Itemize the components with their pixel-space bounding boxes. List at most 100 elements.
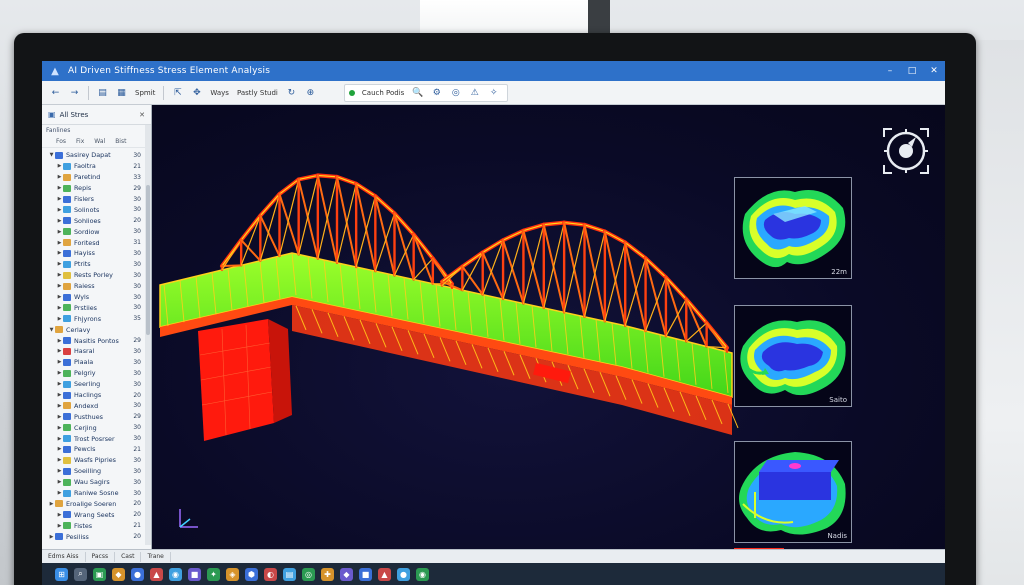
column-header[interactable]: Fos: [56, 138, 66, 145]
tree-item[interactable]: ▶ Pelgriy 30: [42, 368, 151, 379]
chevron-right-icon[interactable]: ▶: [56, 490, 63, 496]
tree-item[interactable]: ▶ Hayiss 30: [42, 248, 151, 259]
chevron-right-icon[interactable]: ▶: [56, 436, 63, 442]
chevron-right-icon[interactable]: ▶: [56, 468, 63, 474]
chevron-right-icon[interactable]: ▶: [56, 305, 63, 311]
app-icon-6[interactable]: ■: [188, 567, 201, 581]
view-navigation-icon[interactable]: [878, 123, 934, 179]
result-thumbnail-1[interactable]: 22m: [734, 177, 852, 279]
column-header[interactable]: Fix: [76, 138, 84, 145]
chevron-right-icon[interactable]: ▶: [56, 240, 63, 246]
tree-item[interactable]: ▶ Sordiow 30: [42, 226, 151, 237]
chevron-right-icon[interactable]: ▶: [56, 457, 63, 463]
chevron-right-icon[interactable]: ▶: [56, 359, 63, 365]
tree-item[interactable]: ▼ Cerlavy: [42, 324, 151, 335]
gear-icon[interactable]: ⚙: [429, 85, 444, 100]
tree-item[interactable]: ▶ Eroalige Soeren 20: [42, 499, 151, 510]
app-icon-13[interactable]: ✚: [321, 567, 334, 581]
tree-scrollbar[interactable]: [145, 125, 151, 545]
chevron-right-icon[interactable]: ▶: [56, 523, 63, 529]
result-thumbnail-2[interactable]: Saito: [734, 305, 852, 407]
chevron-down-icon[interactable]: ▼: [48, 152, 55, 158]
close-button[interactable]: ✕: [923, 61, 945, 81]
tree-item[interactable]: ▶ Seerling 30: [42, 379, 151, 390]
tree-item[interactable]: ▶ Haclings 20: [42, 390, 151, 401]
zoom-icon[interactable]: ⊕: [303, 85, 318, 100]
app-icon-12[interactable]: ◎: [302, 567, 315, 581]
column-header[interactable]: Bist: [115, 138, 126, 145]
forward-icon[interactable]: →: [67, 85, 82, 100]
tree-item[interactable]: ▶ Cerjing 30: [42, 422, 151, 433]
tree-item[interactable]: ▶ Faoltra 21: [42, 161, 151, 172]
tree-item[interactable]: ▶ Repis 29: [42, 183, 151, 194]
toolbar-label-spmit[interactable]: Spmit: [135, 89, 155, 97]
tree-item[interactable]: ▶ Wrang Seets 20: [42, 509, 151, 520]
chevron-right-icon[interactable]: ▶: [56, 348, 63, 354]
start-icon[interactable]: ⊞: [55, 567, 68, 581]
chevron-right-icon[interactable]: ▶: [48, 501, 55, 507]
tree-item[interactable]: ▶ Raiess 30: [42, 281, 151, 292]
chevron-right-icon[interactable]: ▶: [56, 250, 63, 256]
chevron-right-icon[interactable]: ▶: [56, 338, 63, 344]
chevron-right-icon[interactable]: ▶: [56, 294, 63, 300]
tree-item[interactable]: ▶ Prstiies 30: [42, 302, 151, 313]
tree-item[interactable]: ▶ Raniwe Sosne 30: [42, 488, 151, 499]
tree-item[interactable]: ▶ Ptrits 30: [42, 259, 151, 270]
tree-item[interactable]: ▶ Andexd 30: [42, 400, 151, 411]
app-icon-15[interactable]: ■: [359, 567, 372, 581]
tree-item[interactable]: ▶ Pewcls 21: [42, 444, 151, 455]
chevron-right-icon[interactable]: ▶: [56, 272, 63, 278]
chevron-right-icon[interactable]: ▶: [56, 185, 63, 191]
chevron-right-icon[interactable]: ▶: [56, 229, 63, 235]
tree-item[interactable]: ▶ Wasfs Pipries 30: [42, 455, 151, 466]
chevron-right-icon[interactable]: ▶: [56, 196, 63, 202]
chevron-right-icon[interactable]: ▶: [56, 392, 63, 398]
select-icon[interactable]: ⇱: [170, 85, 185, 100]
app-icon-1[interactable]: ▣: [93, 567, 106, 581]
panel-close-icon[interactable]: ✕: [139, 111, 145, 119]
chevron-right-icon[interactable]: ▶: [56, 512, 63, 518]
chevron-right-icon[interactable]: ▶: [56, 261, 63, 267]
tree-item[interactable]: ▼ Sasirey Dapat 30: [42, 150, 151, 161]
tree-item[interactable]: ▶ Fhjyrons 35: [42, 313, 151, 324]
app-icon-4[interactable]: ▲: [150, 567, 163, 581]
app-icon-7[interactable]: ✦: [207, 567, 220, 581]
chevron-right-icon[interactable]: ▶: [56, 446, 63, 452]
toolbar-label-pastly-studi[interactable]: Pastly Studi: [237, 89, 278, 97]
tree-item[interactable]: ▶ Fistes 21: [42, 520, 151, 531]
target-icon[interactable]: ◎: [448, 85, 463, 100]
app-icon-17[interactable]: ●: [397, 567, 410, 581]
tree-item[interactable]: ▶ Soeilling 30: [42, 466, 151, 477]
chevron-right-icon[interactable]: ▶: [56, 381, 63, 387]
app-icon-16[interactable]: ▲: [378, 567, 391, 581]
app-icon-9[interactable]: ⬢: [245, 567, 258, 581]
move-icon[interactable]: ✥: [189, 85, 204, 100]
tree-item[interactable]: ▶ Pusthues 29: [42, 411, 151, 422]
tree-item[interactable]: ▶ Trost Posrser 30: [42, 433, 151, 444]
app-icon-18[interactable]: ◉: [416, 567, 429, 581]
app-icon-3[interactable]: ●: [131, 567, 144, 581]
chevron-right-icon[interactable]: ▶: [56, 207, 63, 213]
chevron-right-icon[interactable]: ▶: [56, 479, 63, 485]
warning-icon[interactable]: ⚠: [467, 85, 482, 100]
app-icon-8[interactable]: ◈: [226, 567, 239, 581]
tree-item[interactable]: ▶ Solinots 30: [42, 204, 151, 215]
result-thumbnail-3[interactable]: Nadis: [734, 441, 852, 543]
column-header[interactable]: Wal: [94, 138, 105, 145]
minimize-button[interactable]: –: [879, 61, 901, 81]
tree-item[interactable]: ▶ Paretind 33: [42, 172, 151, 183]
app-icon-10[interactable]: ◐: [264, 567, 277, 581]
tree-item[interactable]: ▶ Foritesd 31: [42, 237, 151, 248]
tree-item[interactable]: ▶ Fislers 30: [42, 194, 151, 205]
tool-group-label[interactable]: Cauch Podis: [362, 89, 404, 97]
chevron-right-icon[interactable]: ▶: [56, 283, 63, 289]
toolbar-label-ways[interactable]: Ways: [210, 89, 229, 97]
layers-icon[interactable]: ▤: [95, 85, 110, 100]
tree-item[interactable]: ▶ Pesiliss 20: [42, 531, 151, 542]
app-icon-14[interactable]: ◆: [340, 567, 353, 581]
chevron-right-icon[interactable]: ▶: [56, 174, 63, 180]
3d-viewport[interactable]: 22m Saito Nadis: [152, 105, 945, 585]
tree-item[interactable]: ▶ Nasitis Pontos 29: [42, 335, 151, 346]
chevron-right-icon[interactable]: ▶: [56, 316, 63, 322]
grid-icon[interactable]: ▦: [114, 85, 129, 100]
